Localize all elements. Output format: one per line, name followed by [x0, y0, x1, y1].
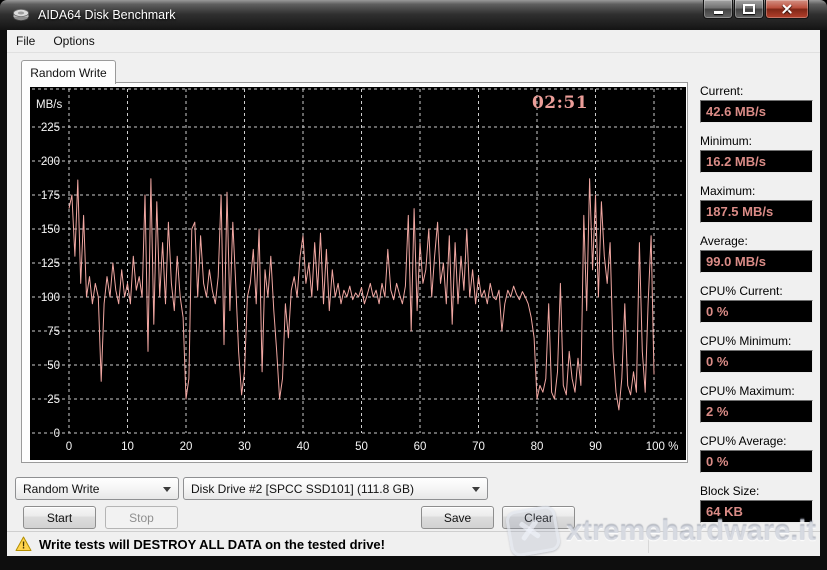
start-button[interactable]: Start — [23, 506, 96, 529]
maximize-button[interactable] — [734, 0, 764, 19]
stat-value-cpu-maximum: 2 % — [700, 400, 813, 423]
svg-text:50: 50 — [47, 360, 60, 372]
stat-label-minimum: Minimum: — [700, 134, 813, 148]
test-type-selected-value: Random Write — [23, 482, 99, 496]
stop-button[interactable]: Stop — [105, 506, 178, 529]
warning-text: Write tests will DESTROY ALL DATA on the… — [39, 537, 385, 552]
chart-area: MB/s 225 200 175 150 125 100 75 50 25 00 10 20 30 40 50… — [30, 87, 686, 460]
save-button[interactable]: Save — [421, 506, 494, 529]
svg-text:40: 40 — [297, 441, 310, 453]
maximize-icon — [743, 4, 755, 14]
stat-label-cpu-maximum: CPU% Maximum: — [700, 384, 813, 398]
minimize-button[interactable] — [703, 0, 733, 19]
svg-text:60: 60 — [414, 441, 427, 453]
svg-text:50: 50 — [355, 441, 368, 453]
app-window: AIDA64 Disk Benchmark File Options Rando… — [0, 0, 827, 570]
stat-value-maximum: 187.5 MB/s — [700, 200, 813, 223]
elapsed-time: 02:51 — [506, 93, 614, 113]
chart-panel: MB/s 225 200 175 150 125 100 75 50 25 00 10 20 30 40 50… — [21, 82, 688, 463]
stats-panel: Current: 42.6 MB/s Minimum: 16.2 MB/s Ma… — [700, 84, 813, 534]
svg-text:0: 0 — [66, 441, 72, 453]
svg-text:MB/s: MB/s — [36, 99, 62, 111]
svg-text:25: 25 — [47, 394, 60, 406]
svg-text:80: 80 — [531, 441, 544, 453]
tab-label: Random Write — [30, 66, 106, 80]
stat-value-block-size: 64 KB — [700, 500, 813, 523]
test-type-select[interactable]: Random Write — [15, 477, 179, 500]
status-bar: ! Write tests will DESTROY ALL DATA on t… — [7, 531, 820, 556]
drive-selected-value: Disk Drive #2 [SPCC SSD101] (111.8 GB) — [191, 482, 414, 496]
stat-value-cpu-minimum: 0 % — [700, 350, 813, 373]
svg-text:100: 100 — [41, 292, 60, 304]
stat-label-block-size: Block Size: — [700, 484, 813, 498]
close-icon — [781, 3, 793, 15]
svg-text:75: 75 — [47, 326, 60, 338]
benchmark-plot: MB/s 225 200 175 150 125 100 75 50 25 00 10 20 30 40 50… — [30, 87, 686, 460]
svg-text:90: 90 — [589, 441, 602, 453]
window-title: AIDA64 Disk Benchmark — [38, 8, 176, 22]
titlebar[interactable]: AIDA64 Disk Benchmark — [0, 0, 827, 30]
svg-text:175: 175 — [41, 190, 60, 202]
stat-label-cpu-average: CPU% Average: — [700, 434, 813, 448]
menu-file[interactable]: File — [7, 31, 44, 51]
stat-label-cpu-minimum: CPU% Minimum: — [700, 334, 813, 348]
client-area: File Options Random Write MB/s2252001751… — [7, 30, 820, 556]
menu-options[interactable]: Options — [44, 31, 103, 51]
svg-text:70: 70 — [472, 441, 485, 453]
svg-text:0: 0 — [54, 428, 60, 440]
chevron-down-icon — [472, 487, 480, 492]
stat-value-current: 42.6 MB/s — [700, 100, 813, 123]
stat-label-maximum: Maximum: — [700, 184, 813, 198]
stat-value-cpu-average: 0 % — [700, 450, 813, 473]
svg-text:100 %: 100 % — [646, 441, 679, 453]
menubar: File Options — [7, 30, 820, 53]
stat-label-cpu-current: CPU% Current: — [700, 284, 813, 298]
disk-icon — [12, 8, 30, 22]
stat-value-average: 99.0 MB/s — [700, 250, 813, 273]
window-controls — [703, 0, 809, 19]
svg-text:125: 125 — [41, 258, 60, 270]
svg-text:20: 20 — [180, 441, 193, 453]
close-button[interactable] — [765, 0, 809, 19]
status-divider — [648, 535, 649, 553]
chevron-down-icon — [163, 487, 171, 492]
tab-random-write[interactable]: Random Write — [21, 60, 116, 84]
drive-select[interactable]: Disk Drive #2 [SPCC SSD101] (111.8 GB) — [183, 477, 488, 500]
stat-value-minimum: 16.2 MB/s — [700, 150, 813, 173]
stat-label-average: Average: — [700, 234, 813, 248]
svg-text:10: 10 — [121, 441, 134, 453]
stat-value-cpu-current: 0 % — [700, 300, 813, 323]
warning-icon: ! — [15, 536, 32, 552]
stat-label-current: Current: — [700, 84, 813, 98]
svg-text:30: 30 — [238, 441, 251, 453]
svg-text:150: 150 — [41, 224, 60, 236]
svg-text:!: ! — [22, 541, 25, 552]
svg-text:225: 225 — [41, 122, 60, 134]
svg-text:200: 200 — [41, 156, 60, 168]
minimize-icon — [714, 11, 723, 14]
clear-button[interactable]: Clear — [502, 506, 575, 529]
